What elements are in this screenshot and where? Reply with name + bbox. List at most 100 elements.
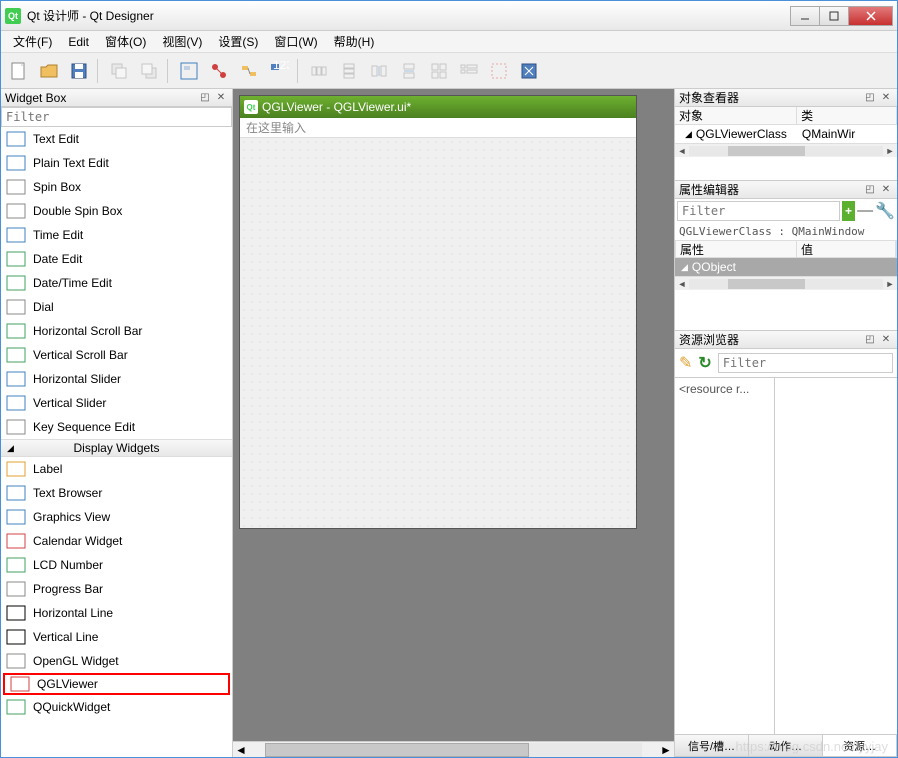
dock-float-icon[interactable]: ◰ [198,91,212,105]
col-property[interactable]: 属性 [676,241,797,257]
object-inspector-header[interactable]: 对象查看器 ◰ ✕ [675,89,897,107]
remove-property-button[interactable]: — [857,201,873,221]
property-hscrollbar[interactable]: ◄► [675,276,897,290]
layout-vsplit-button[interactable] [395,57,423,85]
dock-float-icon[interactable]: ◰ [863,333,877,347]
widget-item[interactable]: Vertical Slider [1,391,232,415]
property-group-row[interactable]: ◢ QObject [675,258,897,276]
adjust-size-button[interactable] [515,57,543,85]
object-tree-header: 对象 类 [675,107,897,125]
widget-item[interactable]: Calendar Widget [1,529,232,553]
widget-item[interactable]: Double Spin Box [1,199,232,223]
tab-signals[interactable]: 信号/槽… [675,735,749,756]
tab-actions[interactable]: 动作… [749,735,823,756]
edit-tab-order-button[interactable]: 123 [265,57,293,85]
widget-item[interactable]: Horizontal Scroll Bar [1,319,232,343]
widget-item[interactable]: Horizontal Line [1,601,232,625]
widget-item[interactable]: QGLViewer [3,673,230,695]
widget-item[interactable]: QQuickWidget [1,695,232,719]
widget-item[interactable]: Spin Box [1,175,232,199]
open-button[interactable] [35,57,63,85]
dock-float-icon[interactable]: ◰ [863,91,877,105]
category-header[interactable]: ◢Display Widgets [1,439,232,457]
resource-tree[interactable]: <resource r... [675,378,775,734]
dock-close-icon[interactable]: ✕ [879,333,893,347]
dock-close-icon[interactable]: ✕ [214,91,228,105]
maximize-button[interactable] [819,6,849,26]
object-hscrollbar[interactable]: ◄► [675,143,897,157]
form-canvas[interactable] [240,138,636,528]
form-titlebar[interactable]: Qt QGLViewer - QGLViewer.ui* [240,96,636,118]
layout-form-button[interactable] [455,57,483,85]
category-label: Display Widgets [73,441,159,455]
edit-widgets-button[interactable] [175,57,203,85]
dock-float-icon[interactable]: ◰ [863,183,877,197]
col-object[interactable]: 对象 [675,107,797,124]
property-editor-header[interactable]: 属性编辑器 ◰ ✕ [675,181,897,199]
widget-list[interactable]: Text EditPlain Text EditSpin BoxDouble S… [1,127,232,757]
wrench-icon[interactable]: 🔧 [875,201,895,221]
break-layout-button[interactable] [485,57,513,85]
col-class[interactable]: 类 [797,107,897,124]
form-window[interactable]: Qt QGLViewer - QGLViewer.ui* 在这里输入 [239,95,637,529]
property-filter-input[interactable] [677,201,840,221]
widget-item[interactable]: Vertical Scroll Bar [1,343,232,367]
widget-item[interactable]: Key Sequence Edit [1,415,232,439]
col-value[interactable]: 值 [797,241,896,257]
widgetbox-header[interactable]: Widget Box ◰ ✕ [1,89,232,107]
layout-hbox-button[interactable] [305,57,333,85]
dock-close-icon[interactable]: ✕ [879,183,893,197]
widget-item[interactable]: Plain Text Edit [1,151,232,175]
widget-item[interactable]: OpenGL Widget [1,649,232,673]
resource-root-label: <resource r... [679,382,749,396]
resource-preview[interactable] [775,378,897,734]
minimize-button[interactable] [790,6,820,26]
widget-item[interactable]: Dial [1,295,232,319]
layout-hsplit-button[interactable] [365,57,393,85]
object-tree-row[interactable]: ◢ QGLViewerClass QMainWir [675,125,897,143]
resource-browser-header[interactable]: 资源浏览器 ◰ ✕ [675,331,897,349]
widget-item[interactable]: Time Edit [1,223,232,247]
layout-vbox-button[interactable] [335,57,363,85]
widget-item[interactable]: Vertical Line [1,625,232,649]
reload-resource-icon[interactable]: ↻ [698,353,711,373]
widget-item[interactable]: Date/Time Edit [1,271,232,295]
save-button[interactable] [65,57,93,85]
widget-item[interactable]: Graphics View [1,505,232,529]
widget-item[interactable]: Text Edit [1,127,232,151]
widget-item[interactable]: Label [1,457,232,481]
widget-label: Horizontal Line [33,606,113,620]
widget-item[interactable]: Progress Bar [1,577,232,601]
layout-grid-button[interactable] [425,57,453,85]
qt-icon: Qt [5,8,21,24]
dock-close-icon[interactable]: ✕ [879,91,893,105]
close-button[interactable] [848,6,893,26]
widget-item[interactable]: Horizontal Slider [1,367,232,391]
widget-item[interactable]: Date Edit [1,247,232,271]
resource-filter-input[interactable] [718,353,893,373]
mdi-area[interactable]: Qt QGLViewer - QGLViewer.ui* 在这里输入 [233,89,674,741]
edit-buddies-button[interactable] [235,57,263,85]
center-hscrollbar[interactable]: ◄ ► [233,741,674,757]
menu-view[interactable]: 视图(V) [154,31,210,52]
menu-window[interactable]: 窗口(W) [266,31,325,52]
menu-help[interactable]: 帮助(H) [326,31,383,52]
widget-item[interactable]: LCD Number [1,553,232,577]
widget-icon [5,532,27,550]
widget-icon [5,298,27,316]
form-menubar[interactable]: 在这里输入 [240,118,636,138]
widgetbox-filter-input[interactable] [1,107,232,127]
bring-front-button[interactable] [135,57,163,85]
titlebar[interactable]: Qt Qt 设计师 - Qt Designer [1,1,897,31]
tab-resources[interactable]: 资源… [823,735,897,756]
new-form-button[interactable] [5,57,33,85]
edit-signals-button[interactable] [205,57,233,85]
menu-edit[interactable]: Edit [60,33,97,51]
widget-item[interactable]: Text Browser [1,481,232,505]
menu-form[interactable]: 窗体(O) [97,31,154,52]
send-back-button[interactable] [105,57,133,85]
menu-settings[interactable]: 设置(S) [210,31,266,52]
menu-file[interactable]: 文件(F) [5,31,60,52]
edit-resource-icon[interactable]: ✎ [679,353,692,373]
add-property-button[interactable]: + [842,201,855,221]
